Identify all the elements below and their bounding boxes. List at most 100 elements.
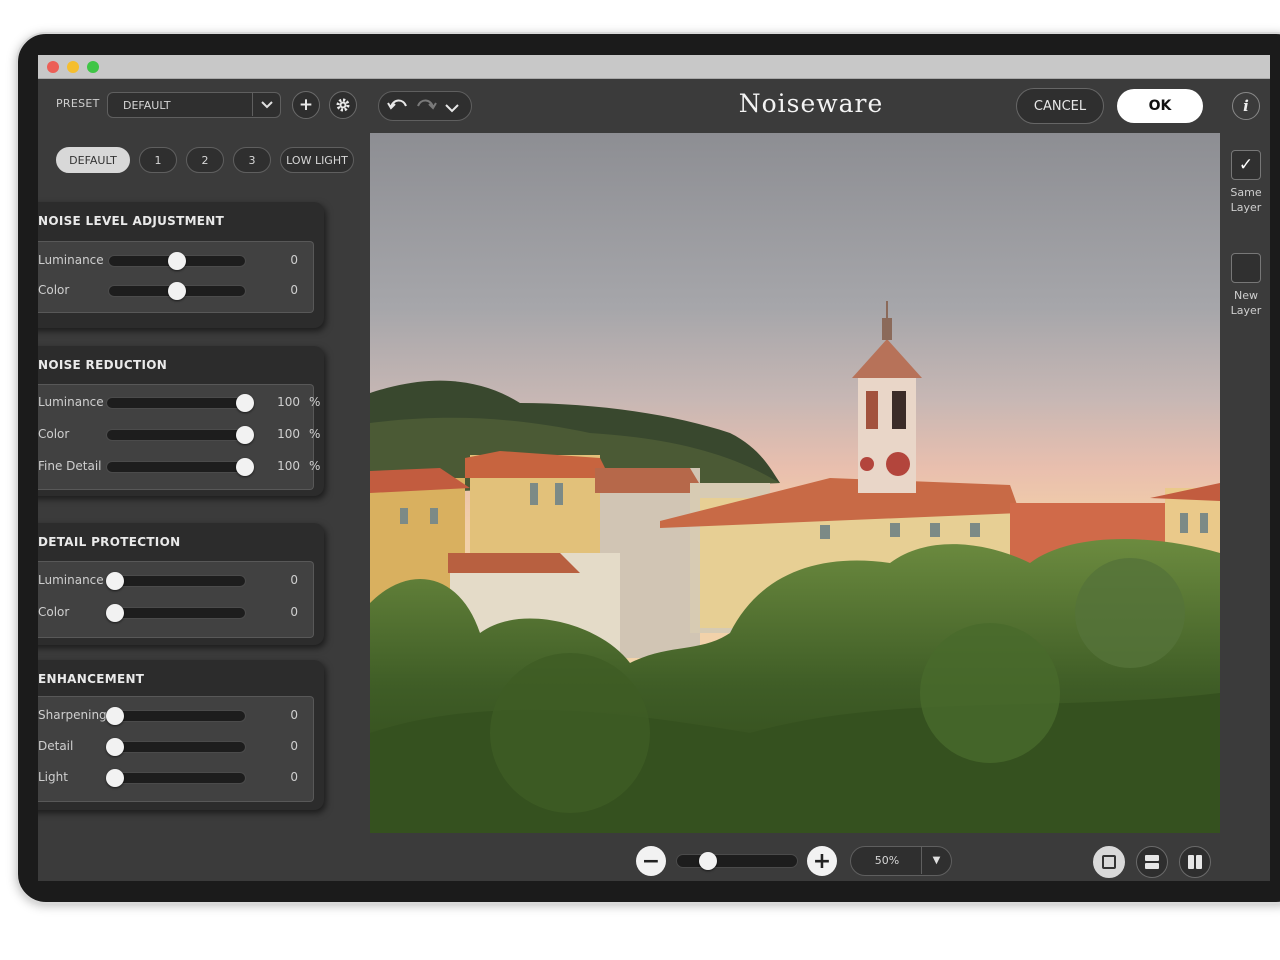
- slider-thumb[interactable]: [106, 604, 124, 622]
- split-vertical-button[interactable]: [1179, 846, 1211, 878]
- new-layer-label: New Layer: [1230, 289, 1262, 317]
- same-layer-checkbox[interactable]: ✓: [1231, 150, 1261, 180]
- chevron-down-icon: [252, 93, 280, 116]
- preset-select[interactable]: DEFAULT: [107, 92, 281, 118]
- app-title: Noiseware: [738, 89, 884, 118]
- preset-tab-2[interactable]: 2: [186, 147, 224, 173]
- row-label: Sharpening: [38, 708, 107, 722]
- zoom-slider[interactable]: [676, 852, 798, 870]
- settings-button[interactable]: [329, 91, 357, 119]
- enhancement-light-slider[interactable]: [106, 769, 246, 787]
- undo-icon: [387, 99, 407, 110]
- new-layer-checkbox[interactable]: [1231, 253, 1261, 283]
- noise-reduction-fine-detail-slider[interactable]: [106, 458, 254, 476]
- add-preset-button[interactable]: +: [292, 91, 320, 119]
- single-view-button[interactable]: [1093, 846, 1125, 878]
- slider-thumb[interactable]: [236, 458, 254, 476]
- split-horizontal-button[interactable]: [1136, 846, 1168, 878]
- preset-tab-1[interactable]: 1: [139, 147, 177, 173]
- zoom-level-select[interactable]: 50% ▼: [850, 846, 952, 876]
- slider-thumb[interactable]: [106, 572, 124, 590]
- app-window: PRESET DEFAULT + Noiseware CANCEL OK i D…: [38, 55, 1270, 881]
- preset-tab-3[interactable]: 3: [233, 147, 271, 173]
- plus-icon: +: [812, 848, 832, 874]
- history-controls: [378, 91, 472, 121]
- info-button[interactable]: i: [1232, 92, 1260, 120]
- zoom-level-value: 50%: [874, 854, 900, 867]
- row-label: Color: [38, 427, 70, 441]
- noise-reduction-luminance-slider[interactable]: [106, 394, 254, 412]
- row-value: 0: [290, 605, 298, 619]
- slider-thumb[interactable]: [168, 252, 186, 270]
- noise-level-adjustment-panel: NOISE LEVEL ADJUSTMENT Luminance 0 Color…: [38, 202, 324, 328]
- panel-title: NOISE REDUCTION: [38, 358, 168, 372]
- row-value: 0: [290, 283, 298, 297]
- row-value: 0: [290, 573, 298, 587]
- enhancement-sharpening-slider[interactable]: [106, 707, 246, 725]
- row-label: Light: [38, 770, 68, 784]
- row-label: Luminance: [38, 253, 104, 267]
- panel-title: NOISE LEVEL ADJUSTMENT: [38, 214, 225, 228]
- panel-body: Sharpening 0 Detail 0 Light 0: [38, 696, 314, 802]
- maximize-window-button[interactable]: [87, 61, 99, 73]
- detail-protection-luminance-slider[interactable]: [106, 572, 246, 590]
- slider-thumb[interactable]: [106, 769, 124, 787]
- row-unit: %: [309, 427, 321, 441]
- preset-tab-default[interactable]: DEFAULT: [56, 147, 130, 173]
- minimize-window-button[interactable]: [67, 61, 79, 73]
- noise-reduction-color-slider[interactable]: [106, 426, 254, 444]
- row-label: Fine Detail: [38, 459, 102, 473]
- slider-thumb[interactable]: [168, 282, 186, 300]
- checkmark-icon: ✓: [1238, 155, 1254, 175]
- noise-level-luminance-slider[interactable]: [108, 252, 246, 270]
- row-label: Color: [38, 283, 70, 297]
- row-unit: %: [309, 459, 321, 473]
- zoom-in-button[interactable]: +: [807, 846, 837, 876]
- enhancement-panel: ENHANCEMENT Sharpening 0 Detail 0 Light …: [38, 660, 324, 810]
- panel-body: Luminance 100 % Color 100 % Fine Detail …: [38, 384, 320, 490]
- split-horizontal-icon: [1145, 855, 1159, 869]
- noise-reduction-panel: NOISE REDUCTION Luminance 100 % Color 10…: [38, 346, 324, 496]
- slider-thumb[interactable]: [106, 738, 124, 756]
- panel-title: ENHANCEMENT: [38, 672, 145, 686]
- cancel-button[interactable]: CANCEL: [1016, 88, 1104, 124]
- preview-photo: [370, 133, 1220, 833]
- row-value: 0: [290, 253, 298, 267]
- row-value: 0: [290, 708, 298, 722]
- zoom-slider-thumb[interactable]: [699, 852, 718, 870]
- history-menu-button[interactable]: [445, 97, 459, 118]
- zoom-out-button[interactable]: −: [636, 846, 666, 876]
- noise-level-color-slider[interactable]: [108, 282, 246, 300]
- redo-icon: [417, 99, 437, 110]
- slider-thumb[interactable]: [106, 707, 124, 725]
- detail-protection-color-slider[interactable]: [106, 604, 246, 622]
- gear-icon: [336, 98, 350, 112]
- close-window-button[interactable]: [47, 61, 59, 73]
- enhancement-detail-slider[interactable]: [106, 738, 246, 756]
- detail-protection-panel: DETAIL PROTECTION Luminance 0 Color 0: [38, 523, 324, 645]
- panel-body: Luminance 0 Color 0: [38, 241, 314, 313]
- slider-thumb[interactable]: [236, 426, 254, 444]
- row-value: 100: [277, 427, 300, 441]
- chevron-down-icon: [445, 104, 459, 113]
- preset-select-value: DEFAULT: [123, 99, 171, 112]
- undo-button[interactable]: [387, 95, 409, 118]
- preset-tab-low-light[interactable]: LOW LIGHT: [280, 147, 354, 173]
- panel-title: DETAIL PROTECTION: [38, 535, 181, 549]
- same-layer-label: Same Layer: [1230, 186, 1262, 214]
- image-preview[interactable]: [370, 133, 1220, 833]
- info-icon: i: [1243, 97, 1249, 115]
- window-titlebar: [38, 55, 1270, 79]
- row-value: 0: [290, 739, 298, 753]
- slider-thumb[interactable]: [236, 394, 254, 412]
- plus-icon: +: [298, 95, 314, 115]
- row-unit: %: [309, 395, 321, 409]
- row-label: Color: [38, 605, 70, 619]
- row-value: 100: [277, 395, 300, 409]
- redo-button[interactable]: [415, 95, 437, 118]
- split-vertical-icon: [1188, 855, 1202, 869]
- row-label: Detail: [38, 739, 74, 753]
- row-label: Luminance: [38, 395, 104, 409]
- row-value: 0: [290, 770, 298, 784]
- ok-button[interactable]: OK: [1117, 89, 1203, 123]
